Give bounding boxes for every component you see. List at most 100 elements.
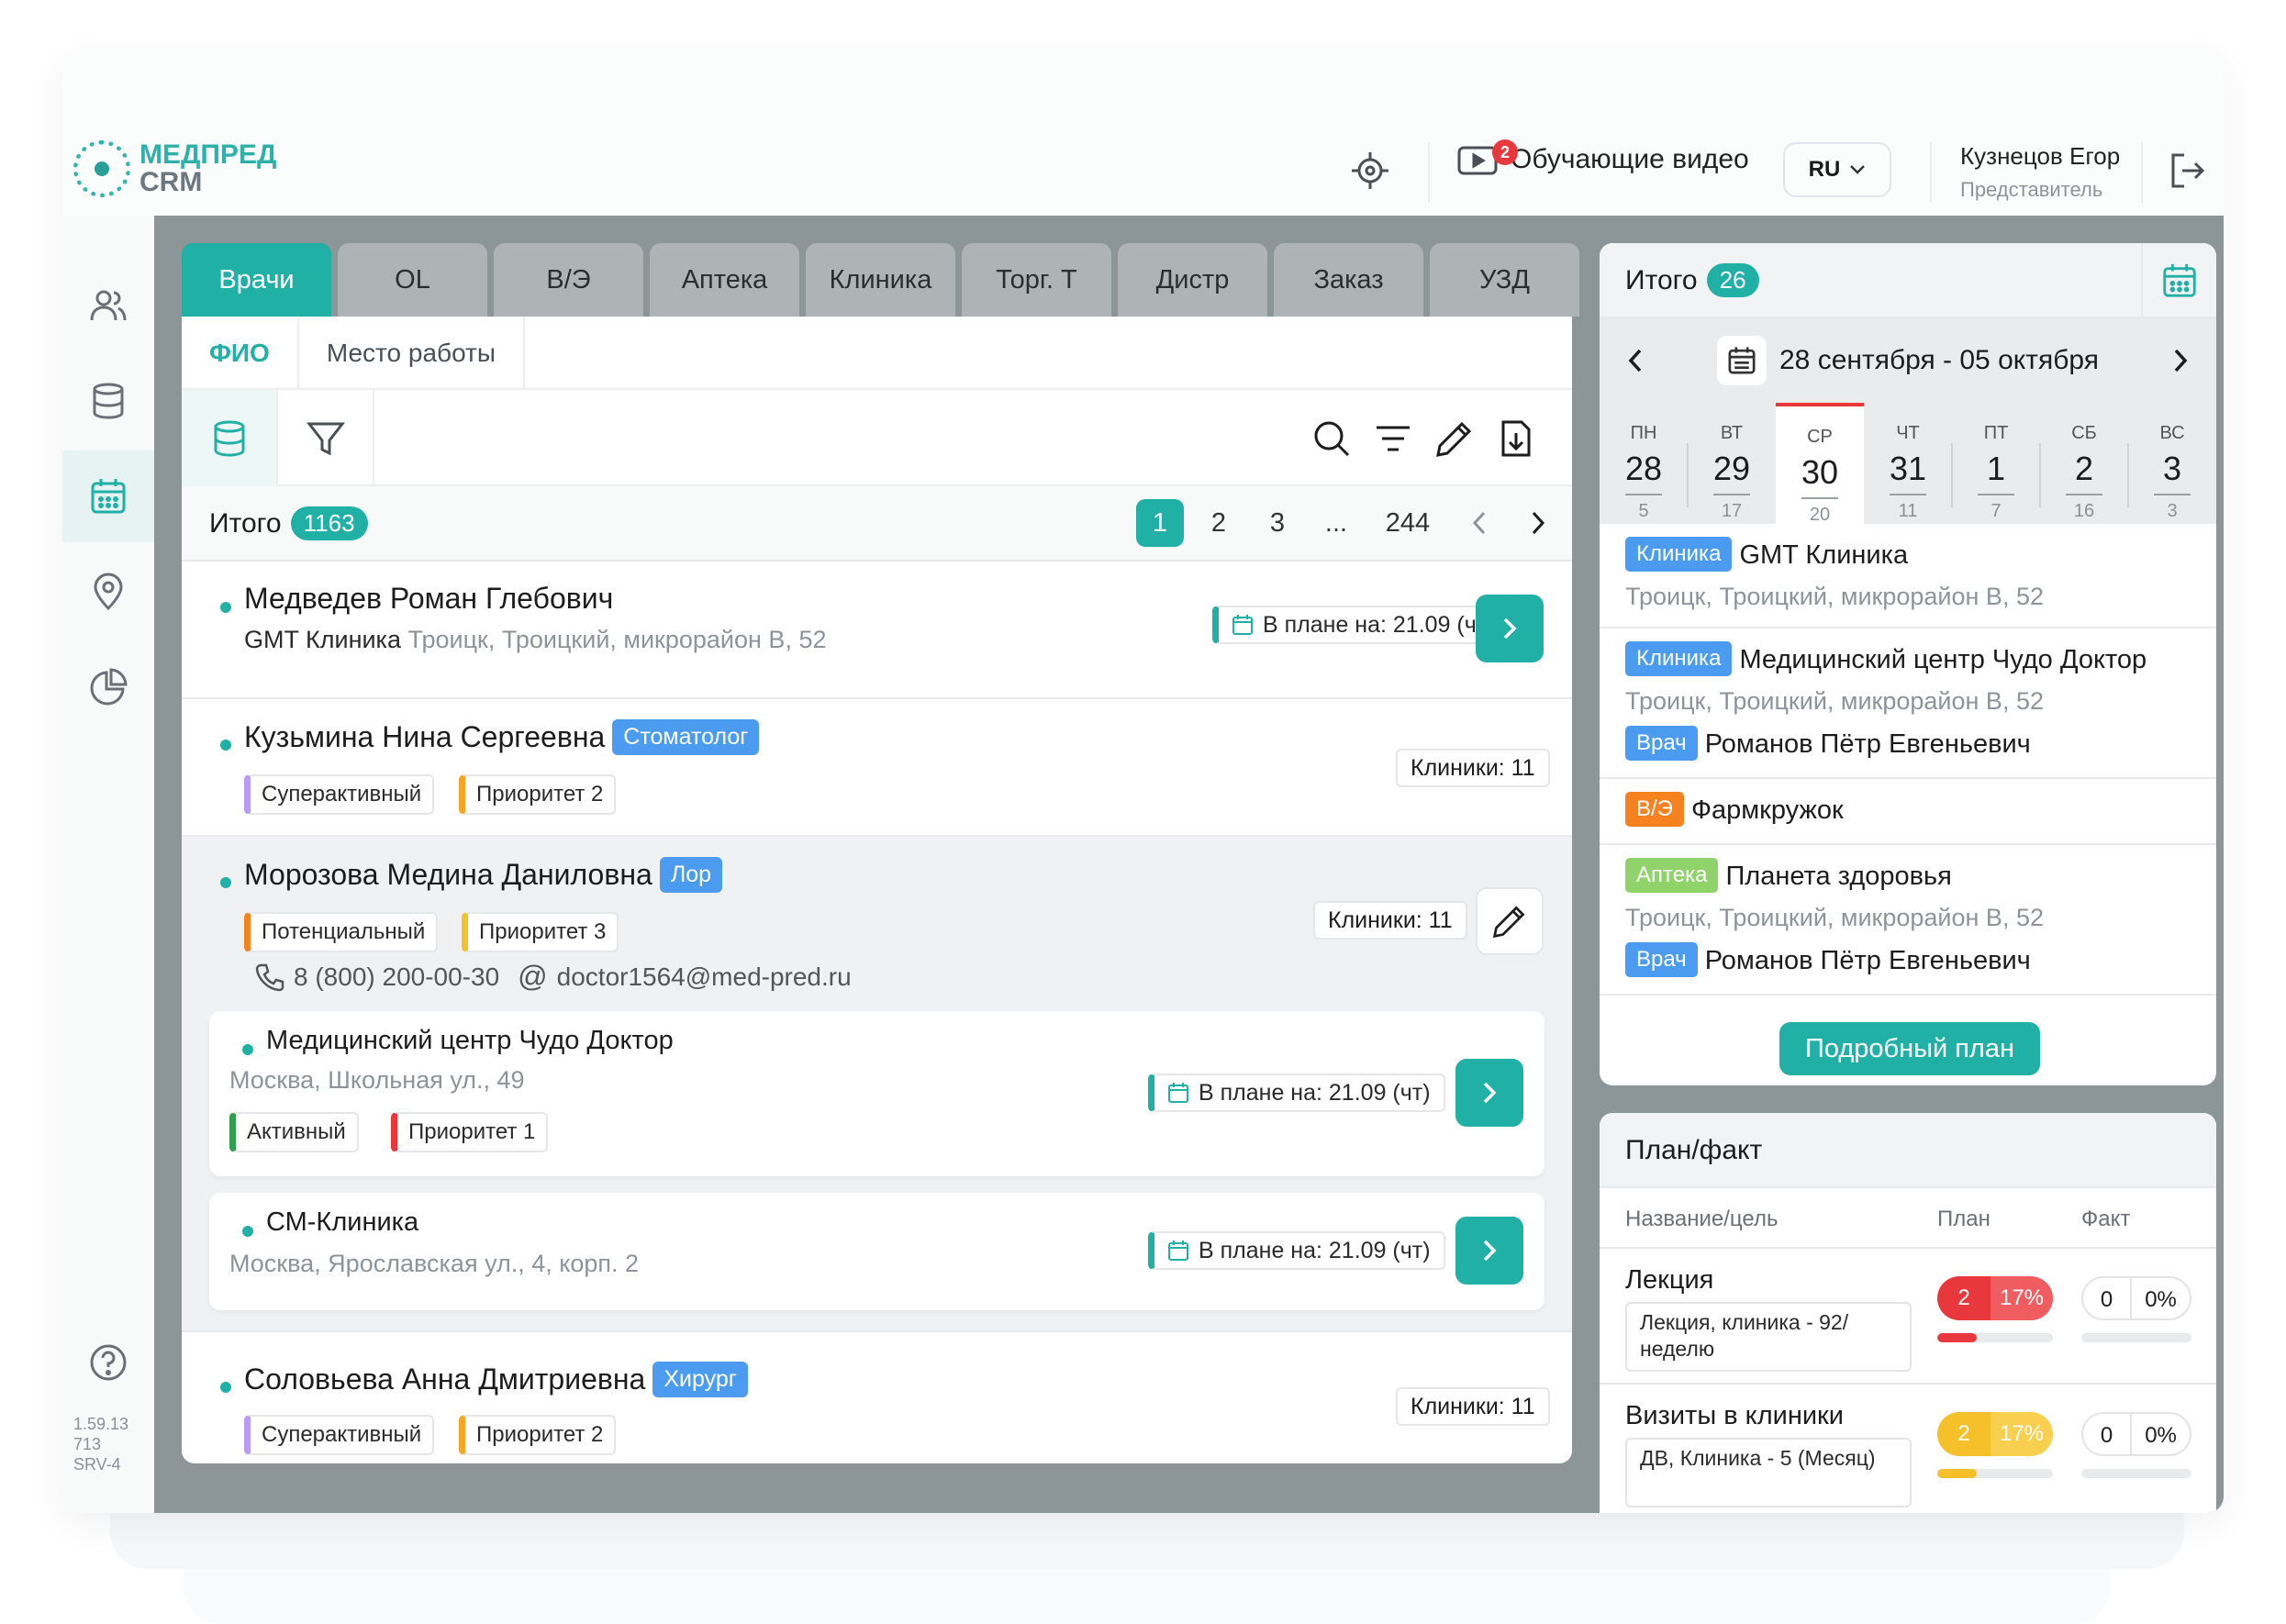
separator xyxy=(2141,142,2143,203)
sidebar-item-location[interactable] xyxy=(62,546,154,638)
sidebar-item-users[interactable] xyxy=(62,260,154,351)
page-2[interactable]: 2 xyxy=(1195,499,1243,547)
table-row-expanded[interactable]: Морозова Медина Даниловна Лор Потенциальн… xyxy=(182,837,1572,1332)
calendar-button[interactable] xyxy=(2141,243,2216,318)
logout-icon[interactable] xyxy=(2164,148,2210,194)
plan-fact-row[interactable]: Лекция Лекция, клиника - 92/ неделю 2 17… xyxy=(1600,1249,2216,1385)
search-button[interactable] xyxy=(1306,413,1357,464)
plan-fact-row[interactable]: Визиты в клиники ДВ, Клиника - 5 (Месяц)… xyxy=(1600,1385,2216,1513)
subtab-workplace[interactable]: Место работы xyxy=(299,317,525,390)
day-cell[interactable]: СБ 2 16 xyxy=(2040,403,2128,524)
crosshair-icon[interactable] xyxy=(1347,148,1393,194)
database-view-button[interactable] xyxy=(182,390,278,486)
day-name: СБ xyxy=(2071,423,2097,443)
day-date: 29 xyxy=(1712,450,1751,487)
day-cell[interactable]: ВТ 29 17 xyxy=(1688,403,1776,524)
specialty-badge: Стоматолог xyxy=(612,719,760,755)
page-last[interactable]: 244 xyxy=(1371,499,1444,547)
tab-clinic[interactable]: Клиника xyxy=(806,243,955,317)
calendar-icon[interactable] xyxy=(1717,336,1767,385)
table-row[interactable]: Кузьмина Нина Сергеевна Стоматолог Супера… xyxy=(182,699,1572,837)
plan-item[interactable]: В/Э Фармкружок xyxy=(1600,779,2216,845)
priority-chip: Приоритет 3 xyxy=(462,912,619,952)
sidebar-item-database[interactable] xyxy=(62,355,154,447)
column-header: Факт xyxy=(2081,1207,2131,1231)
clinics-count[interactable]: Клиники: 11 xyxy=(1313,901,1467,940)
edit-button[interactable] xyxy=(1429,413,1480,464)
open-workplace-button[interactable] xyxy=(1455,1059,1523,1127)
page-3[interactable]: 3 xyxy=(1254,499,1301,547)
tab-order[interactable]: Заказ xyxy=(1274,243,1423,317)
plan-item[interactable]: Аптека Планета здоровья Троицк, Троицкий,… xyxy=(1600,845,2216,996)
tab-ve[interactable]: В/Э xyxy=(494,243,643,317)
fact-progress xyxy=(2081,1469,2191,1478)
table-row[interactable]: Медведев Роман Глебович GMT Клиника Трои… xyxy=(182,562,1572,699)
specialty-badge: Лор xyxy=(659,857,723,893)
version-info: 1.59.13 713 SRV-4 xyxy=(73,1415,129,1474)
calendar-icon xyxy=(1168,1240,1188,1261)
logo[interactable]: МЕДПРЕД CRM xyxy=(73,140,276,197)
doctor-name: Соловьева Анна Дмитриевна Хирург xyxy=(244,1362,748,1397)
detailed-plan-button[interactable]: Подробный план xyxy=(1779,1022,2040,1075)
clinics-count[interactable]: Клиники: 11 xyxy=(1396,749,1550,787)
plan-fact-header: Название/цель План Факт xyxy=(1600,1188,2216,1249)
workplace-name: Медицинский центр Чудо Доктор xyxy=(266,1026,674,1055)
tab-doctors[interactable]: Врачи xyxy=(182,243,331,317)
open-workplace-button[interactable] xyxy=(1455,1217,1523,1285)
day-cell[interactable]: ЧТ 31 11 xyxy=(1864,403,1952,524)
user-info[interactable]: Кузнецов Егор Представитель xyxy=(1960,142,2120,202)
day-name: ЧТ xyxy=(1896,423,1920,443)
day-underline xyxy=(1801,497,1838,499)
filter-button[interactable] xyxy=(278,390,374,486)
tab-distributor[interactable]: Дистр xyxy=(1118,243,1267,317)
column-header: Название/цель xyxy=(1625,1207,1779,1231)
language-select[interactable]: RU xyxy=(1783,142,1891,197)
day-cell[interactable]: ВС 3 3 xyxy=(2128,403,2216,524)
day-cell[interactable]: ПТ 1 7 xyxy=(1952,403,2040,524)
plan-value: 2 17% xyxy=(1937,1412,2053,1456)
chevron-left-icon xyxy=(1472,511,1486,535)
weekly-summary-card: Итого 26 28 сентября - 05 октября ПН 28 5 В… xyxy=(1600,243,2216,1085)
plan-fact-title: План/факт xyxy=(1600,1113,2216,1188)
plan-item[interactable]: Клиника Медицинский центр Чудо Доктор Тро… xyxy=(1600,628,2216,779)
prev-page-button[interactable] xyxy=(1455,499,1503,547)
clinics-count[interactable]: Клиники: 11 xyxy=(1396,1387,1550,1426)
table-row[interactable]: Соловьева Анна Дмитриевна Хирург Суперакт… xyxy=(182,1332,1572,1463)
tab-pharmacy[interactable]: Аптека xyxy=(650,243,799,317)
export-button[interactable] xyxy=(1490,413,1542,464)
day-cell[interactable]: ПН 28 5 xyxy=(1600,403,1688,524)
subtab-name[interactable]: ФИО xyxy=(182,317,299,390)
day-underline xyxy=(1978,494,2014,495)
email-address[interactable]: doctor1564@med-pred.ru xyxy=(557,962,852,992)
page-1[interactable]: 1 xyxy=(1136,499,1184,547)
edit-doctor-button[interactable] xyxy=(1476,887,1544,955)
tab-trade[interactable]: Торг. Т xyxy=(962,243,1111,317)
open-doctor-button[interactable] xyxy=(1476,595,1544,662)
type-badge: Клиника xyxy=(1625,537,1733,572)
plan-item[interactable]: Клиника GMT Клиника Троицк, Троицкий, мик… xyxy=(1600,524,2216,628)
next-week-icon[interactable] xyxy=(2170,347,2191,374)
workplace-card[interactable]: СМ-Клиника Москва, Ярославская ул., 4, к… xyxy=(209,1193,1544,1310)
doctor-name: Медведев Роман Глебович xyxy=(244,582,614,615)
day-count: 5 xyxy=(1638,501,1649,521)
prev-week-icon[interactable] xyxy=(1625,347,1645,374)
next-page-button[interactable] xyxy=(1514,499,1562,547)
sidebar-item-reports[interactable] xyxy=(62,641,154,733)
chevron-right-icon xyxy=(1483,1082,1497,1104)
day-count: 16 xyxy=(2073,501,2095,521)
pencil-icon xyxy=(1492,906,1525,939)
sidebar-item-calendar[interactable] xyxy=(62,450,154,542)
sort-button[interactable] xyxy=(1367,413,1419,464)
day-cell[interactable]: СР 30 20 xyxy=(1776,403,1864,525)
day-underline xyxy=(1713,494,1750,495)
phone-number[interactable]: 8 (800) 200-00-30 xyxy=(294,962,499,992)
status-dot xyxy=(220,740,231,751)
pencil-icon xyxy=(1436,421,1472,457)
workplace-card[interactable]: Медицинский центр Чудо Доктор Москва, Шк… xyxy=(209,1011,1544,1176)
tab-ol[interactable]: OL xyxy=(338,243,487,317)
help-button[interactable] xyxy=(62,1317,154,1408)
type-badge: Врач xyxy=(1625,726,1698,761)
plan-value: 2 17% xyxy=(1937,1276,2053,1320)
tab-ultrasound[interactable]: УЗД xyxy=(1430,243,1579,317)
day-count: 3 xyxy=(2167,501,2178,521)
